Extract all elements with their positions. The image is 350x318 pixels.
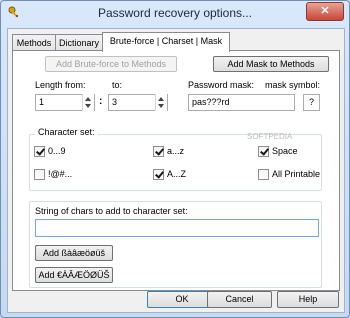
tab-label: Methods bbox=[16, 38, 52, 48]
length-from-spinner[interactable] bbox=[82, 94, 94, 111]
length-to-label: to: bbox=[112, 80, 123, 90]
cancel-button[interactable]: Cancel bbox=[207, 291, 272, 308]
length-to-value: 3 bbox=[112, 97, 118, 107]
separator-colon: : bbox=[99, 96, 103, 107]
close-icon: ✕ bbox=[320, 5, 330, 17]
mask-symbol-input[interactable]: ? bbox=[303, 94, 320, 111]
spin-up-icon[interactable] bbox=[85, 97, 91, 101]
add-mask-button[interactable]: Add Mask to Methods bbox=[213, 56, 329, 72]
tab-panel: Add Brute-force to Methods Add Mask to M… bbox=[12, 50, 340, 291]
checkbox-digits-label: 0...9 bbox=[48, 146, 66, 156]
close-button[interactable]: ✕ bbox=[306, 2, 344, 21]
password-mask-input[interactable]: pas???rd bbox=[188, 94, 295, 111]
title-bar[interactable]: Password recovery options... ✕ bbox=[1, 1, 349, 25]
length-from-value: 1 bbox=[39, 97, 45, 107]
checkbox-space-label: Space bbox=[272, 146, 298, 156]
length-to-spinner[interactable] bbox=[155, 94, 167, 111]
custom-chars-input[interactable] bbox=[35, 219, 319, 237]
checkbox-space[interactable] bbox=[258, 146, 269, 157]
watermark: SOFTPEDIA bbox=[247, 132, 293, 141]
tab-dictionary[interactable]: Dictionary bbox=[55, 34, 103, 51]
checkbox-all-printable[interactable] bbox=[258, 169, 269, 180]
tab-label: Dictionary bbox=[58, 38, 99, 48]
window-title: Password recovery options... bbox=[97, 6, 253, 20]
checkbox-symbols[interactable] bbox=[34, 169, 45, 180]
add-lowercase-special-button[interactable]: Add ßàâæöøüš bbox=[35, 245, 113, 261]
add-uppercase-special-button[interactable]: Add €ÀÂÆÖØÜŠ bbox=[35, 267, 113, 283]
tab-label: Brute-force | Charset | Mask bbox=[109, 36, 223, 46]
spin-up-icon[interactable] bbox=[158, 97, 164, 101]
tab-bruteforce-charset-mask[interactable]: Brute-force | Charset | Mask bbox=[102, 32, 230, 52]
checkbox-digits[interactable] bbox=[34, 146, 45, 157]
checkbox-uppercase[interactable] bbox=[153, 169, 164, 180]
help-button[interactable]: Help bbox=[277, 291, 339, 308]
checkbox-lowercase-label: a...z bbox=[167, 146, 185, 156]
password-mask-label: Password mask: bbox=[188, 80, 255, 90]
spin-down-icon[interactable] bbox=[158, 104, 164, 108]
length-to-field[interactable]: 3 bbox=[108, 94, 168, 111]
add-bruteforce-button[interactable]: Add Brute-force to Methods bbox=[45, 56, 177, 72]
dialog-window: Password recovery options... ✕ Methods D… bbox=[0, 0, 350, 318]
spin-down-icon[interactable] bbox=[85, 104, 91, 108]
character-set-group bbox=[29, 134, 322, 191]
dialog-body: Methods Dictionary Brute-force | Charset… bbox=[7, 28, 345, 313]
length-from-field[interactable]: 1 bbox=[35, 94, 95, 111]
checkbox-symbols-label: !@#... bbox=[48, 169, 73, 179]
checkbox-all-printable-label: All Printable bbox=[272, 169, 321, 179]
custom-chars-label: String of chars to add to character set: bbox=[35, 206, 188, 216]
checkbox-uppercase-label: A...Z bbox=[167, 169, 187, 179]
checkbox-lowercase[interactable] bbox=[153, 146, 164, 157]
mask-symbol-label: mask symbol: bbox=[265, 80, 321, 90]
tab-methods[interactable]: Methods bbox=[12, 34, 56, 51]
length-from-label: Length from: bbox=[35, 80, 86, 90]
character-set-label: Character set: bbox=[35, 127, 98, 137]
